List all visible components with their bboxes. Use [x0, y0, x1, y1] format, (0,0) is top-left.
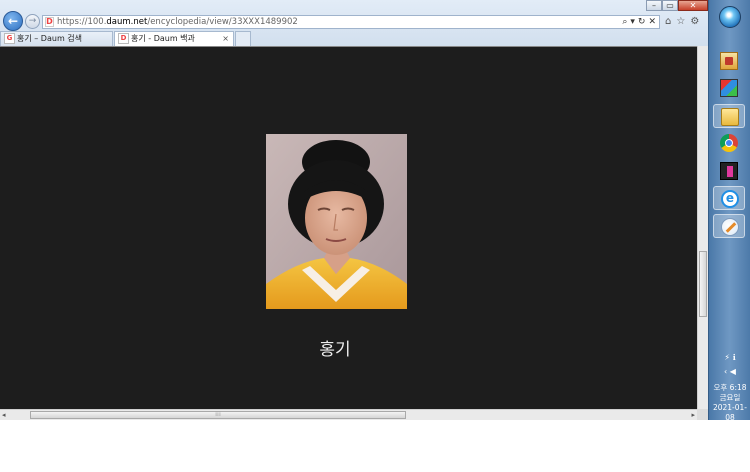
browser-window: – ▭ ✕ ← → D https://100.daum.net/encyclo… — [0, 0, 708, 420]
tab-daum-search[interactable]: G 홍기 – Daum 검색 — [0, 31, 113, 46]
vertical-scrollbar[interactable] — [697, 46, 708, 409]
taskbar-item-chrome[interactable] — [713, 131, 745, 155]
tab-daum-encyclopedia[interactable]: D 홍기 - Daum 백과 × — [114, 31, 234, 46]
taskbar-clock[interactable]: 오후 6:18 금요일 2021-01-08 — [709, 383, 750, 423]
network-icon[interactable]: ⚡ — [724, 353, 730, 362]
address-url[interactable]: https://100.daum.net/encyclopedia/view/3… — [57, 16, 298, 28]
scroll-left-arrow-icon[interactable]: ◂ — [2, 410, 6, 420]
gear-icon[interactable]: ⚙ — [690, 16, 699, 27]
horizontal-scrollbar-thumb[interactable]: ⁞⁞⁞ — [30, 411, 406, 419]
home-icon[interactable]: ⌂ — [665, 16, 671, 27]
start-button[interactable] — [719, 6, 741, 28]
taskbar-item-paint[interactable] — [713, 214, 745, 238]
portrait-photo[interactable] — [266, 134, 407, 309]
taskbar-item-app-2[interactable] — [713, 76, 745, 100]
toolbar-icons: ⌂ ☆ ⚙ — [665, 16, 704, 27]
system-tray: ⚡ ℹ ‹ ◀ — [709, 351, 750, 379]
tab-close-icon[interactable]: × — [222, 32, 229, 45]
google-favicon-icon: G — [4, 33, 15, 44]
tab-strip: G 홍기 – Daum 검색 D 홍기 - Daum 백과 × — [0, 31, 708, 46]
taskbar-item-file-explorer[interactable] — [713, 104, 745, 128]
taskbar-item-internet-explorer[interactable]: e — [713, 186, 745, 210]
internet-explorer-icon: e — [721, 190, 739, 208]
clock-day: 금요일 — [719, 393, 741, 402]
taskbar-item-app-5[interactable] — [713, 159, 745, 183]
paint-icon — [721, 218, 739, 236]
back-button[interactable]: ← — [3, 11, 23, 31]
portrait-photo-art — [266, 134, 407, 309]
dropdown-icon[interactable]: ▾ — [630, 17, 635, 27]
browser-chrome: – ▭ ✕ ← → D https://100.daum.net/encyclo… — [0, 0, 708, 46]
address-tools: ⌕ ▾ ↻ ✕ — [619, 16, 656, 28]
taskbar: e ⚡ ℹ ‹ ◀ 오후 6:18 금요일 2021-01-08 — [708, 0, 750, 423]
close-window-button[interactable]: ✕ — [678, 0, 708, 11]
arrow-right-icon: → — [28, 16, 37, 26]
refresh-icon[interactable]: ↻ — [638, 17, 646, 27]
maximize-button[interactable]: ▭ — [662, 0, 678, 11]
stop-icon[interactable]: ✕ — [648, 17, 656, 27]
address-bar[interactable]: D https://100.daum.net/encyclopedia/view… — [42, 15, 660, 29]
scrollbar-corner — [697, 409, 708, 420]
minimize-button[interactable]: – — [646, 0, 662, 11]
site-favicon-icon: D — [45, 17, 54, 27]
daum-favicon-icon: D — [118, 33, 129, 44]
clock-time: 오후 6:18 — [713, 383, 747, 392]
desktop-blank-area — [0, 420, 750, 472]
portrait-caption: 홍기 — [319, 340, 351, 360]
forward-button[interactable]: → — [25, 14, 40, 29]
info-icon[interactable]: ℹ — [733, 353, 736, 362]
vertical-scrollbar-thumb[interactable] — [699, 251, 707, 317]
app-2-icon — [720, 79, 738, 97]
new-tab-button[interactable] — [235, 31, 251, 46]
favorites-star-icon[interactable]: ☆ — [676, 16, 685, 27]
folder-icon — [721, 108, 739, 126]
taskbar-item-app-1[interactable] — [713, 49, 745, 73]
volume-icon[interactable]: ◀ — [730, 367, 736, 376]
search-icon[interactable]: ⌕ — [622, 17, 627, 27]
page-viewport: 홍기 — [0, 46, 697, 410]
horizontal-scrollbar[interactable]: ◂ ⁞⁞⁞ ▸ — [0, 409, 697, 420]
tray-expand-icon[interactable]: ‹ — [724, 367, 727, 376]
chrome-icon — [720, 134, 738, 152]
arrow-left-icon: ← — [7, 14, 19, 28]
scroll-right-arrow-icon[interactable]: ▸ — [691, 410, 695, 420]
app-5-icon — [720, 162, 738, 180]
window-controls: – ▭ ✕ — [646, 0, 708, 11]
app-1-icon — [720, 52, 738, 70]
